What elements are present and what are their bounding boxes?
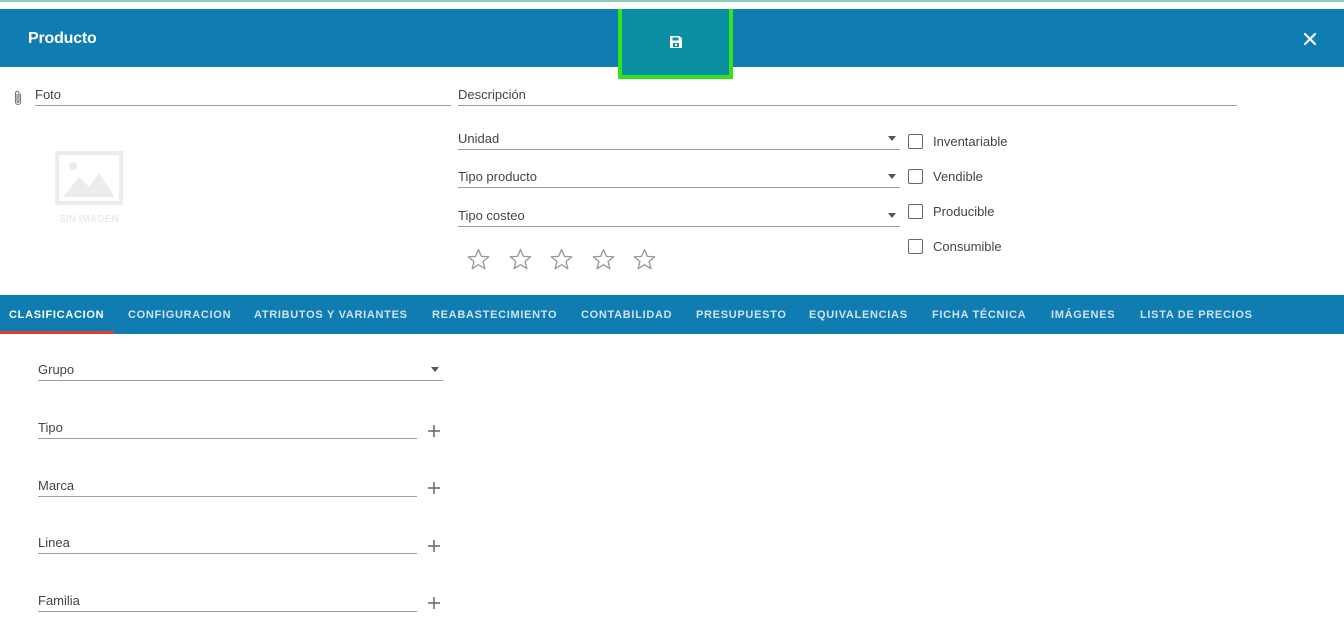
dialog-title: Producto [28,30,97,47]
unidad-select[interactable]: Unidad [458,128,900,150]
checkbox-box[interactable] [908,169,923,184]
tab-equivalencias[interactable]: EQUIVALENCIAS [809,295,908,334]
checkbox-label: Consumible [933,239,1002,254]
grupo-label: Grupo [38,362,75,377]
tab-atributos-y-variantes[interactable]: ATRIBUTOS Y VARIANTES [254,295,408,334]
tipo-producto-select[interactable]: Tipo producto [458,166,900,188]
star-icon[interactable] [549,247,574,272]
tab-presupuesto[interactable]: PRESUPUESTO [696,295,787,334]
tab-lista-de-precios[interactable]: LISTA DE PRECIOS [1140,295,1253,334]
tab-configuracion[interactable]: CONFIGURACION [128,295,231,334]
save-button[interactable] [622,9,729,75]
dialog-header: Producto [0,9,1344,79]
tab-imagenes[interactable]: IMÁGENES [1051,295,1115,334]
tipo-label: Tipo [38,420,63,435]
add-linea-plus-icon[interactable] [427,539,441,553]
add-familia-plus-icon[interactable] [427,596,441,610]
checkbox-consumible[interactable]: Consumible [908,239,1002,254]
add-tipo-plus-icon[interactable] [427,424,441,438]
star-icon[interactable] [466,247,491,272]
rating-stars [466,247,674,272]
grupo-select[interactable]: Grupo [38,359,443,381]
image-placeholder-icon [55,151,123,205]
marca-label: Marca [38,478,75,493]
no-image-text: SIN IMAGEN [59,214,119,225]
tab-reabastecimiento[interactable]: REABASTECIMIENTO [432,295,557,334]
photo-label: Foto [35,87,62,102]
dropdown-arrow-icon [888,213,896,218]
star-icon[interactable] [632,247,657,272]
familia-label: Familia [38,593,80,608]
add-marca-plus-icon[interactable] [427,481,441,495]
photo-field[interactable]: Foto [35,84,451,106]
active-tab-indicator [0,331,114,334]
checkbox-label: Vendible [933,169,983,184]
top-accent-line [0,0,1344,9]
tab-ficha-tecnica[interactable]: FICHA TÉCNICA [932,295,1026,334]
star-icon[interactable] [591,247,616,272]
linea-label: Linea [38,535,70,550]
star-icon[interactable] [508,247,533,272]
tab-clasificacion[interactable]: CLASIFICACION [9,295,104,334]
description-field[interactable]: Descripción [458,84,1237,106]
close-icon [1303,32,1317,46]
paperclip-icon[interactable] [12,89,24,107]
tab-bar: CLASIFICACION CONFIGURACION ATRIBUTOS Y … [0,295,1344,334]
checkbox-inventariable[interactable]: Inventariable [908,134,1007,149]
checkbox-producible[interactable]: Producible [908,204,994,219]
linea-field[interactable]: Linea [38,532,417,554]
tab-contabilidad[interactable]: CONTABILIDAD [581,295,672,334]
checkbox-vendible[interactable]: Vendible [908,169,983,184]
no-image-placeholder: SIN IMAGEN [55,151,123,225]
tipo-field[interactable]: Tipo [38,417,417,439]
checkbox-box[interactable] [908,134,923,149]
dropdown-arrow-icon [888,174,896,179]
save-highlight-box [618,9,733,79]
unidad-label: Unidad [458,131,500,146]
checkbox-box[interactable] [908,204,923,219]
checkbox-label: Inventariable [933,134,1008,149]
dropdown-arrow-icon [431,367,439,372]
tipo-producto-label: Tipo producto [458,169,538,184]
marca-field[interactable]: Marca [38,475,417,497]
checkbox-box[interactable] [908,239,923,254]
save-icon [669,36,682,48]
close-button[interactable] [1300,29,1320,49]
dropdown-arrow-icon [888,136,896,141]
description-label: Descripción [458,87,526,102]
tipo-costeo-select[interactable]: Tipo costeo [458,205,900,227]
tipo-costeo-label: Tipo costeo [458,208,525,223]
checkbox-label: Producible [933,204,995,219]
familia-field[interactable]: Familia [38,590,417,612]
